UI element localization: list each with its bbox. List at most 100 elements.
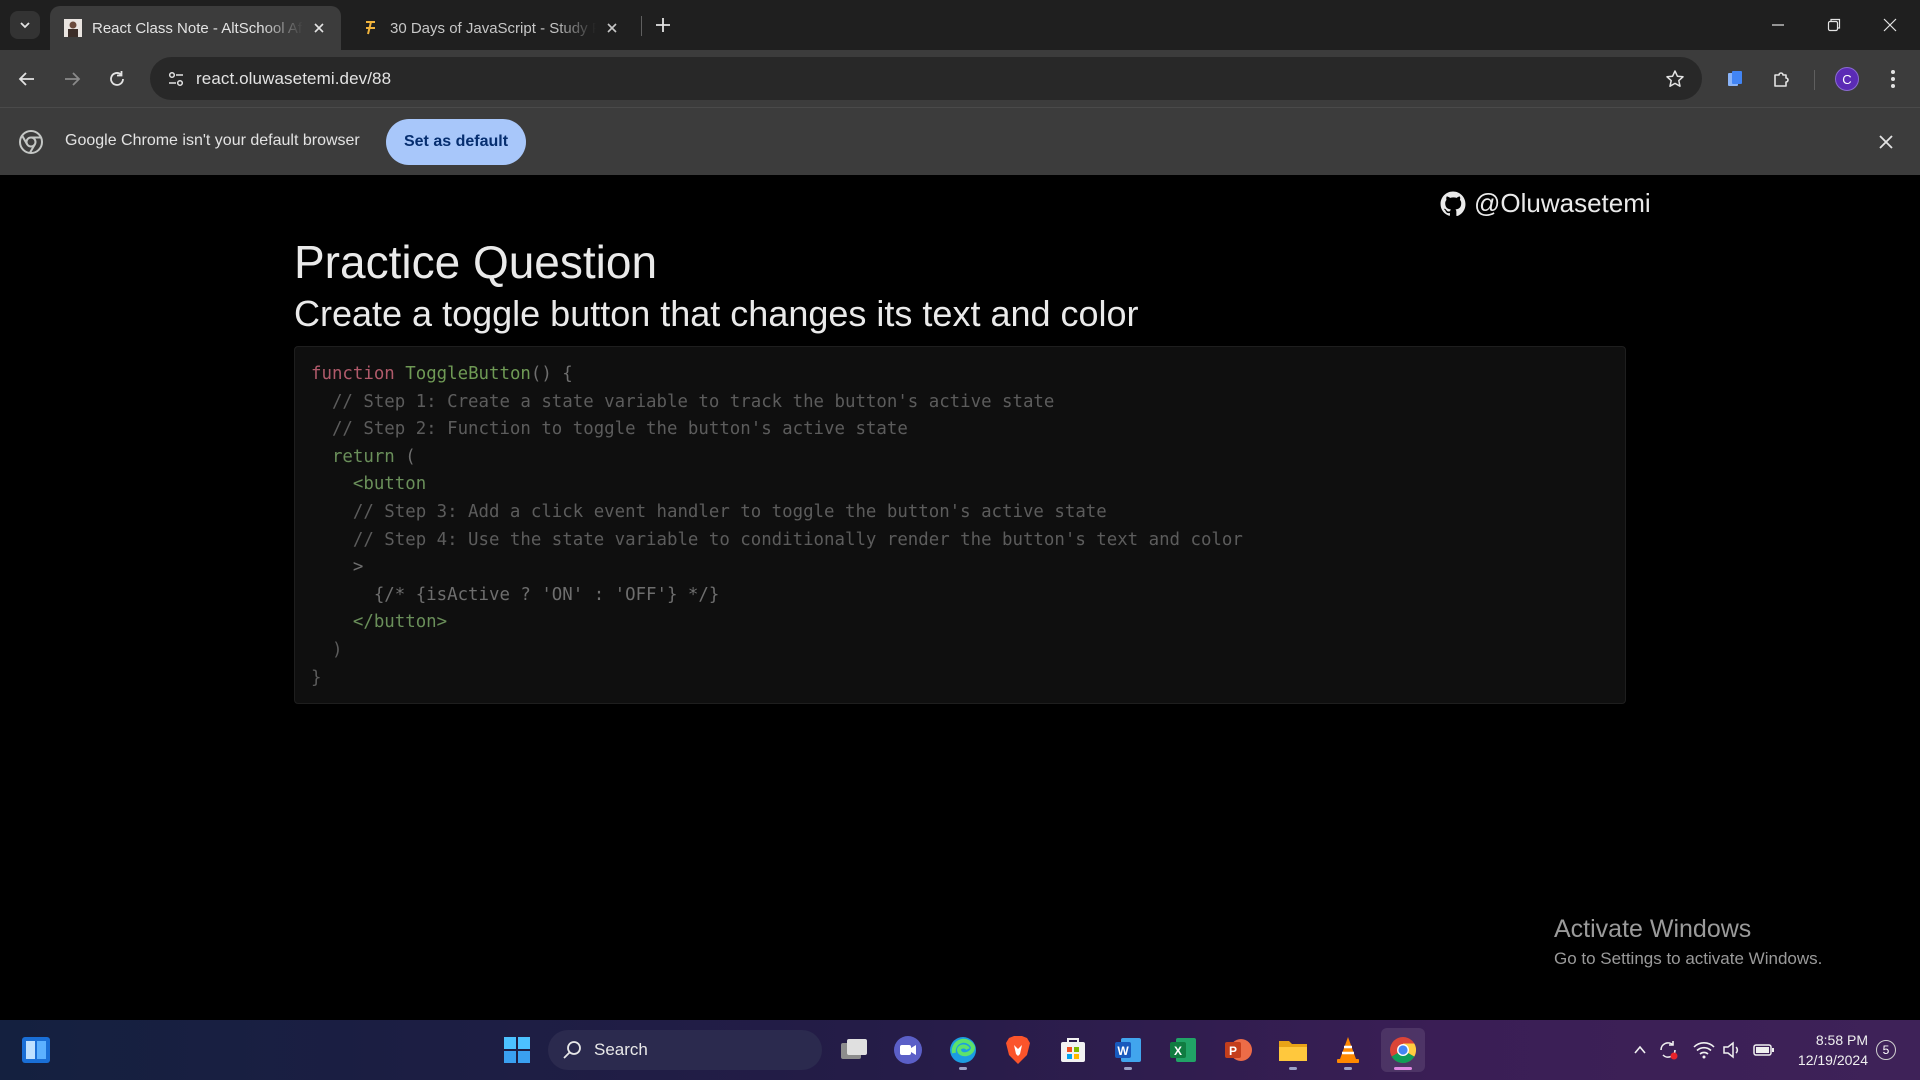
battery-charging-icon [1753,1044,1774,1056]
wifi-icon [1693,1042,1715,1059]
extension-button[interactable] [1718,62,1752,96]
chrome-icon [19,130,43,154]
page-title: Practice Question [294,236,658,288]
brave-button[interactable] [996,1028,1040,1072]
code-comment: // Step 3: Add a click event handler to … [311,501,1107,522]
windows-taskbar: Search W X P 8:58 PM 12/19/2024 5 [0,1020,1920,1080]
infobar-close-button[interactable] [1874,130,1898,154]
forward-button[interactable] [55,62,89,96]
infobar-message: Google Chrome isn't your default browser [65,132,360,149]
search-icon [563,1041,581,1059]
page-subtitle: Create a toggle button that changes its … [294,293,1139,334]
edge-button[interactable] [941,1028,985,1072]
volume-button[interactable] [1720,1038,1744,1062]
running-indicator [1124,1067,1132,1070]
brave-lion-icon [1006,1036,1030,1064]
file-extension-icon [1728,71,1742,86]
wifi-button[interactable] [1692,1038,1716,1062]
tab-close-icon[interactable] [309,18,329,38]
set-as-default-button[interactable]: Set as default [386,119,526,165]
excel-button[interactable]: X [1161,1028,1205,1072]
speaker-icon [1723,1041,1739,1059]
svg-text:P: P [1229,1044,1237,1058]
new-tab-button[interactable] [650,12,676,38]
clock-time: 8:58 PM [1815,1032,1868,1048]
microsoft-store-icon [1061,1038,1085,1062]
running-indicator [1394,1067,1412,1070]
running-indicator [1344,1067,1352,1070]
site-info-button[interactable] [160,63,192,95]
restore-button[interactable] [1806,0,1862,50]
watermark-title: Activate Windows [1554,915,1752,943]
chevron-down-icon [20,22,30,29]
code-comment: // Step 2: Function to toggle the button… [311,419,908,440]
svg-text:X: X [1174,1044,1182,1058]
edge-icon [950,1037,976,1063]
back-button[interactable] [10,62,44,96]
folder-icon [1279,1041,1307,1061]
menu-button[interactable] [1876,62,1910,96]
arrow-right-icon [65,72,81,86]
running-indicator [1289,1067,1297,1070]
tab-30-days-js[interactable]: 30 Days of JavaScript - Study Pl [348,6,634,50]
code-block: function ToggleButton() { // Step 1: Cre… [294,346,1626,704]
tab-title: 30 Days of JavaScript - Study Pl [390,19,596,37]
widgets-icon [22,1037,50,1063]
battery-button[interactable] [1752,1038,1776,1062]
widgets-button[interactable] [14,1028,58,1072]
minimize-icon [1772,24,1784,26]
github-handle: @Oluwasetemi [1474,188,1651,218]
chrome-icon [1390,1037,1417,1064]
video-call-icon [894,1036,922,1064]
tab-separator [641,16,642,36]
url-text: react.oluwasetemi.dev/88 [196,69,392,88]
github-link[interactable]: @Oluwasetemi [1440,188,1651,219]
start-button[interactable] [495,1028,539,1072]
tab-react-class-note[interactable]: React Class Note - AltSchool Af [50,6,341,50]
powerpoint-button[interactable]: P [1216,1028,1260,1072]
github-icon [1440,191,1466,216]
sync-icon [1660,1041,1678,1060]
star-icon [1666,70,1684,87]
reload-button[interactable] [100,62,134,96]
chevron-up-icon [1634,1045,1646,1054]
vlc-button[interactable] [1326,1028,1370,1072]
avatar-favicon-icon [64,19,82,37]
notification-badge[interactable]: 5 [1876,1040,1896,1060]
restore-icon [1827,18,1841,32]
chrome-button[interactable] [1381,1028,1425,1072]
plus-icon [656,18,670,32]
code-jsx-comment: {/* {isActive ? 'ON' : 'OFF'} */} [311,584,720,605]
tab-strip: React Class Note - AltSchool Af 30 Days … [0,0,1920,50]
code-punct: ( [394,446,416,467]
search-label: Search [594,1040,648,1059]
teams-meet-button[interactable] [886,1028,930,1072]
activate-windows-watermark: Activate Windows Go to Settings to activ… [1554,915,1822,969]
address-bar[interactable]: react.oluwasetemi.dev/88 [150,57,1702,100]
close-icon [1879,135,1893,149]
store-button[interactable] [1051,1028,1095,1072]
tab-search-button[interactable] [10,11,40,39]
arrow-left-icon [18,72,34,86]
profile-avatar[interactable]: C [1835,67,1859,91]
show-hidden-icons-button[interactable] [1628,1038,1652,1062]
close-window-button[interactable] [1862,0,1918,50]
kebab-menu-icon [1891,70,1895,88]
sync-status-button[interactable] [1656,1038,1680,1062]
extensions-button[interactable] [1765,62,1799,96]
clock-date: 12/19/2024 [1797,1052,1868,1068]
page-content: @Oluwasetemi Practice Question Create a … [0,175,1920,1020]
bookmark-button[interactable] [1660,64,1690,94]
code-keyword: function [311,364,395,384]
word-icon: W [1115,1038,1141,1062]
watermark-subtitle: Go to Settings to activate Windows. [1554,949,1823,968]
code-punct: ) [311,639,343,660]
tab-close-icon[interactable] [602,18,622,38]
minimize-button[interactable] [1750,0,1806,50]
file-explorer-button[interactable] [1271,1028,1315,1072]
code-punct: > [311,557,364,578]
system-clock[interactable]: 8:58 PM 12/19/2024 [1788,1030,1868,1070]
word-button[interactable]: W [1106,1028,1150,1072]
taskbar-search[interactable]: Search [548,1030,822,1070]
task-view-button[interactable] [832,1028,876,1072]
